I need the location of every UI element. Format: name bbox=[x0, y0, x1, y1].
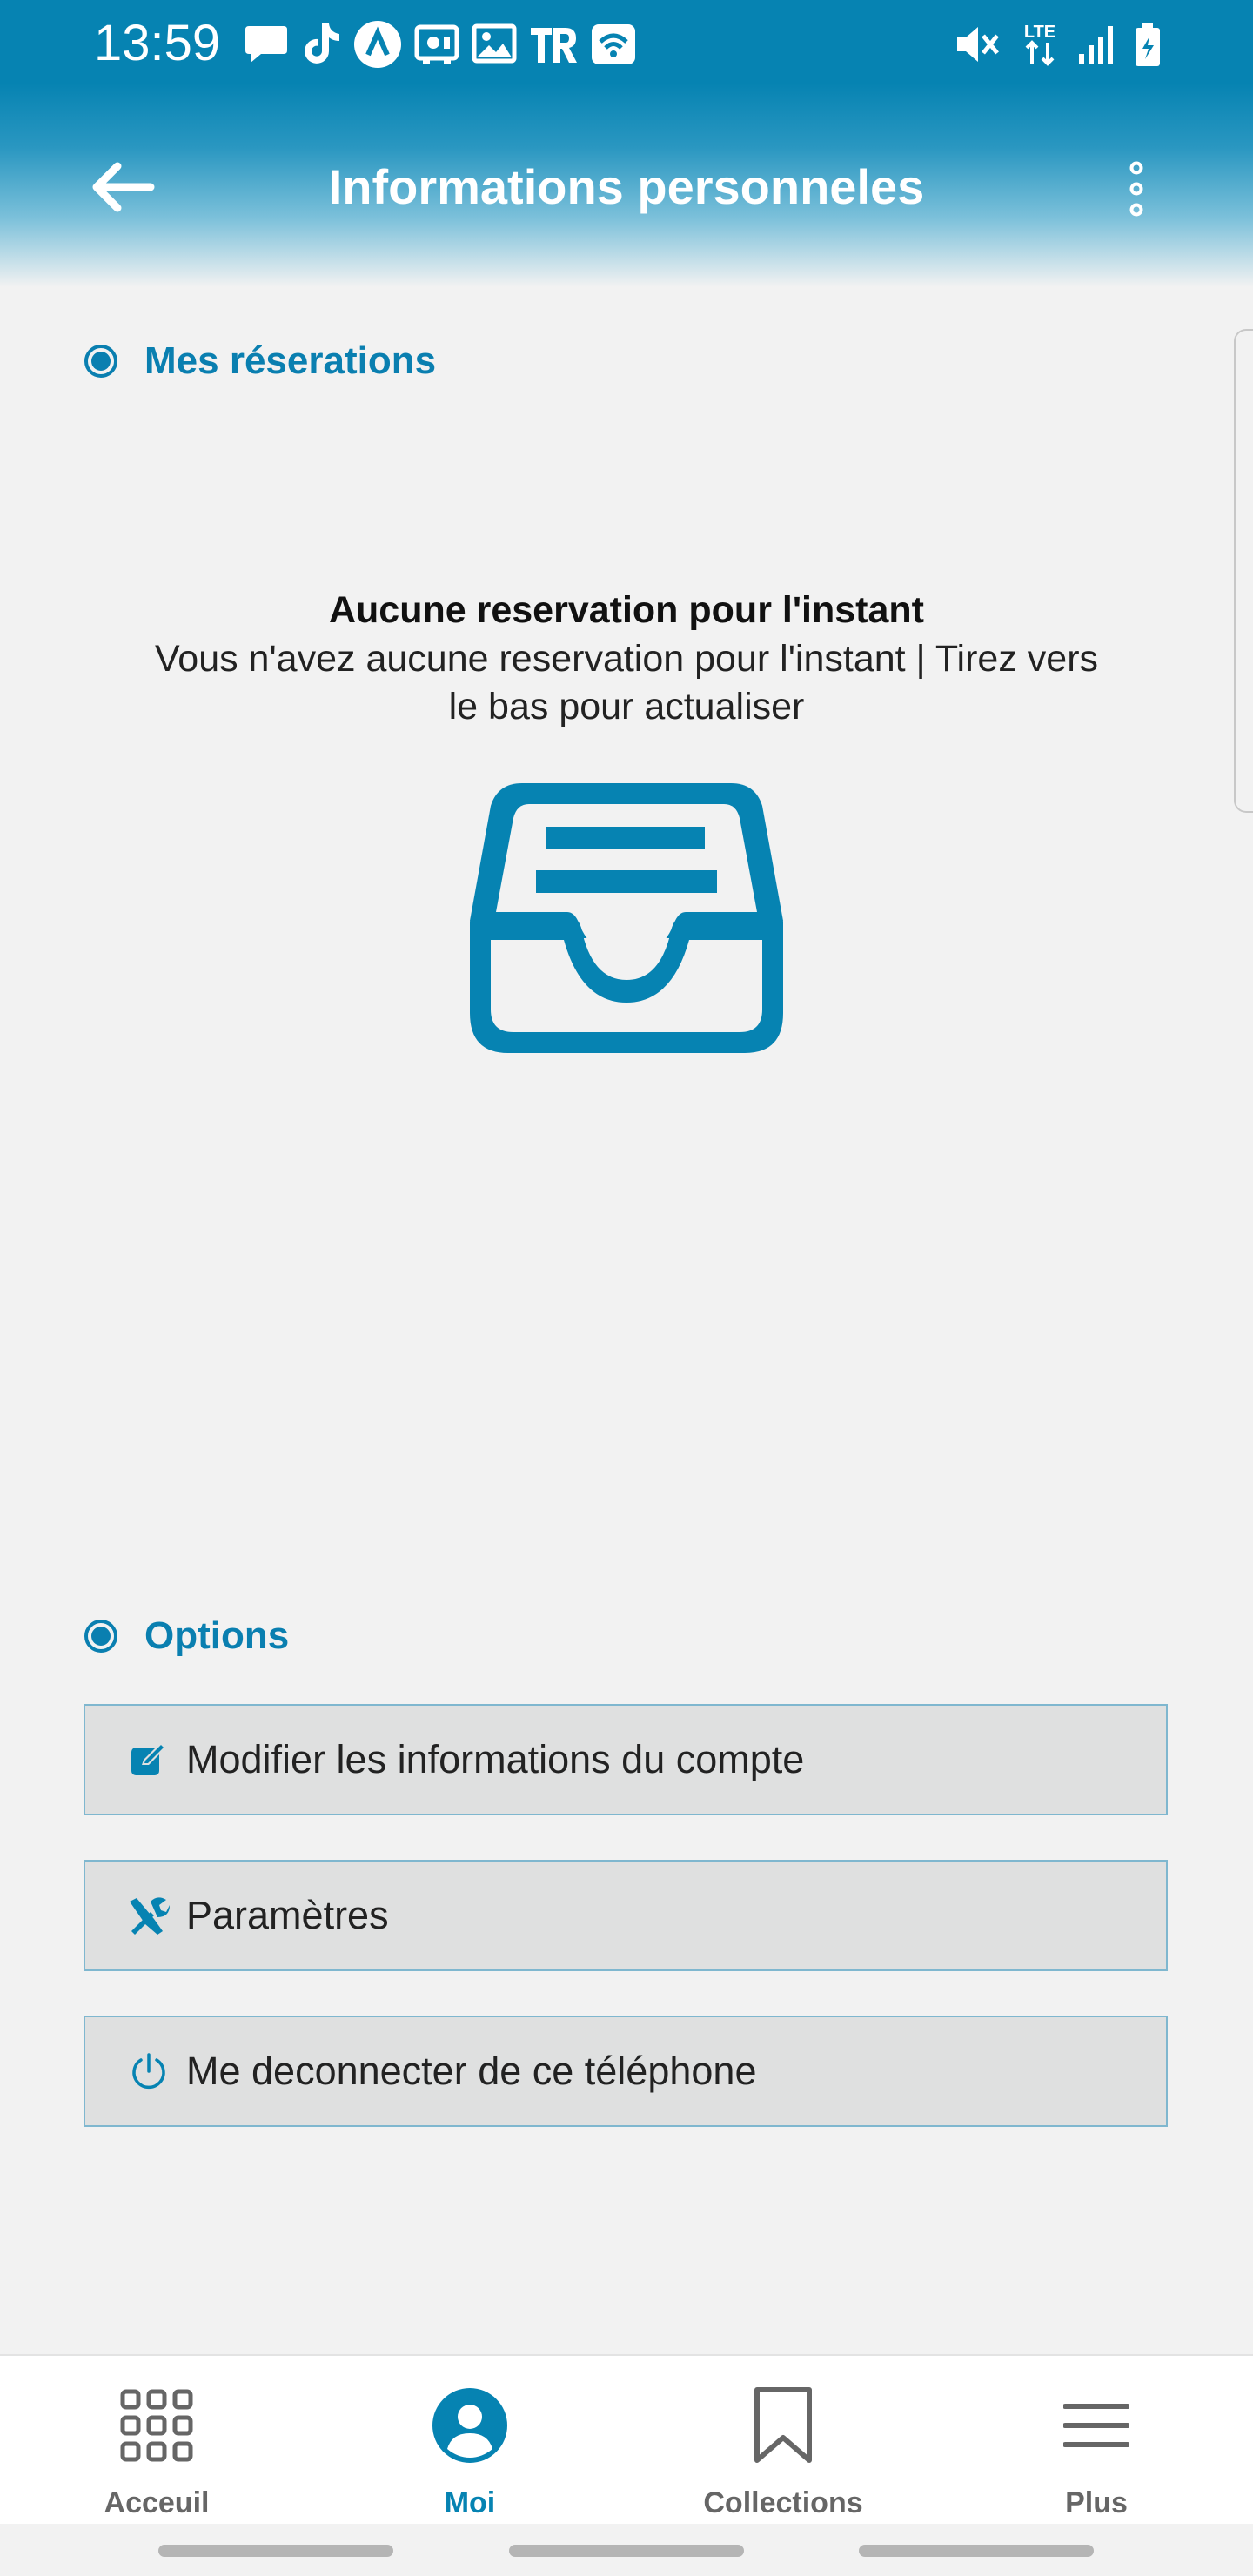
power-icon bbox=[127, 2049, 171, 2093]
menu-icon bbox=[1063, 2404, 1129, 2447]
gesture-handle bbox=[509, 2545, 744, 2557]
scroll-indicator[interactable] bbox=[1234, 329, 1253, 813]
radio-dot-icon bbox=[84, 345, 117, 378]
tiktok-icon bbox=[301, 22, 341, 67]
edit-account-label: Modifier les informations du compte bbox=[186, 1737, 805, 1781]
nav-label-collections: Collections bbox=[703, 2486, 863, 2519]
nav-item-acceuil[interactable]: Acceuil bbox=[26, 2356, 287, 2526]
grid-icon bbox=[120, 2389, 193, 2462]
edit-account-button[interactable]: Modifier les informations du compte bbox=[84, 1704, 1168, 1815]
back-button[interactable] bbox=[84, 157, 162, 218]
status-bar: 13:59 LTE bbox=[0, 0, 1253, 87]
options-heading: Options bbox=[144, 1614, 290, 1657]
options-section-header: Options bbox=[84, 1614, 289, 1658]
bookmark-icon bbox=[754, 2387, 812, 2463]
nav-item-collections[interactable]: Collections bbox=[653, 2356, 914, 2526]
reservations-section-header: Mes réserations bbox=[84, 339, 436, 383]
arrow-a-icon bbox=[353, 20, 402, 69]
image-icon bbox=[472, 23, 517, 66]
inbox-tray-icon bbox=[470, 783, 783, 1053]
wifi-badge-icon bbox=[590, 23, 637, 66]
logout-button[interactable]: Me deconnecter de ce téléphone bbox=[84, 2016, 1168, 2127]
battery-icon bbox=[1133, 21, 1163, 68]
gesture-handle bbox=[859, 2545, 1094, 2557]
nav-item-moi[interactable]: Moi bbox=[339, 2356, 600, 2526]
network-type-label: LTE bbox=[1024, 23, 1055, 42]
user-icon bbox=[432, 2388, 507, 2463]
lte-icon: LTE bbox=[1018, 20, 1062, 69]
nav-item-plus[interactable]: Plus bbox=[966, 2356, 1227, 2526]
radio-dot-icon bbox=[84, 1620, 117, 1653]
system-icons: LTE bbox=[954, 17, 1163, 71]
app-bar: Informations personneles bbox=[0, 131, 1253, 244]
nav-label-moi: Moi bbox=[444, 2486, 496, 2519]
notification-icons bbox=[244, 17, 637, 71]
gesture-handle bbox=[158, 2545, 393, 2557]
arrow-left-icon bbox=[92, 162, 155, 212]
more-vertical-icon bbox=[1129, 161, 1143, 217]
nav-label-acceuil: Acceuil bbox=[104, 2486, 210, 2519]
more-options-button[interactable] bbox=[1110, 157, 1163, 221]
mute-icon bbox=[954, 22, 1002, 67]
chat-bubble-icon bbox=[244, 23, 289, 66]
empty-state-title: Aucune reservation pour l'instant bbox=[328, 589, 924, 631]
tools-icon bbox=[127, 1894, 171, 1937]
edit-icon bbox=[127, 1738, 171, 1781]
status-time: 13:59 bbox=[94, 15, 221, 71]
nav-label-plus: Plus bbox=[1065, 2486, 1128, 2519]
reservations-heading: Mes réserations bbox=[144, 339, 437, 382]
gesture-bar bbox=[0, 2524, 1253, 2576]
vpn-icon bbox=[414, 23, 459, 66]
settings-button[interactable]: Paramètres bbox=[84, 1860, 1168, 1971]
settings-label: Paramètres bbox=[186, 1893, 389, 1937]
empty-state-message: Vous n'avez aucune reservation pour l'in… bbox=[154, 638, 1099, 728]
tr-icon bbox=[529, 23, 578, 66]
signal-icon bbox=[1077, 23, 1117, 66]
logout-label: Me deconnecter de ce téléphone bbox=[186, 2049, 757, 2093]
page-title: Informations personneles bbox=[328, 159, 925, 214]
bottom-navigation: Acceuil Moi Collections Plus bbox=[0, 2354, 1253, 2526]
